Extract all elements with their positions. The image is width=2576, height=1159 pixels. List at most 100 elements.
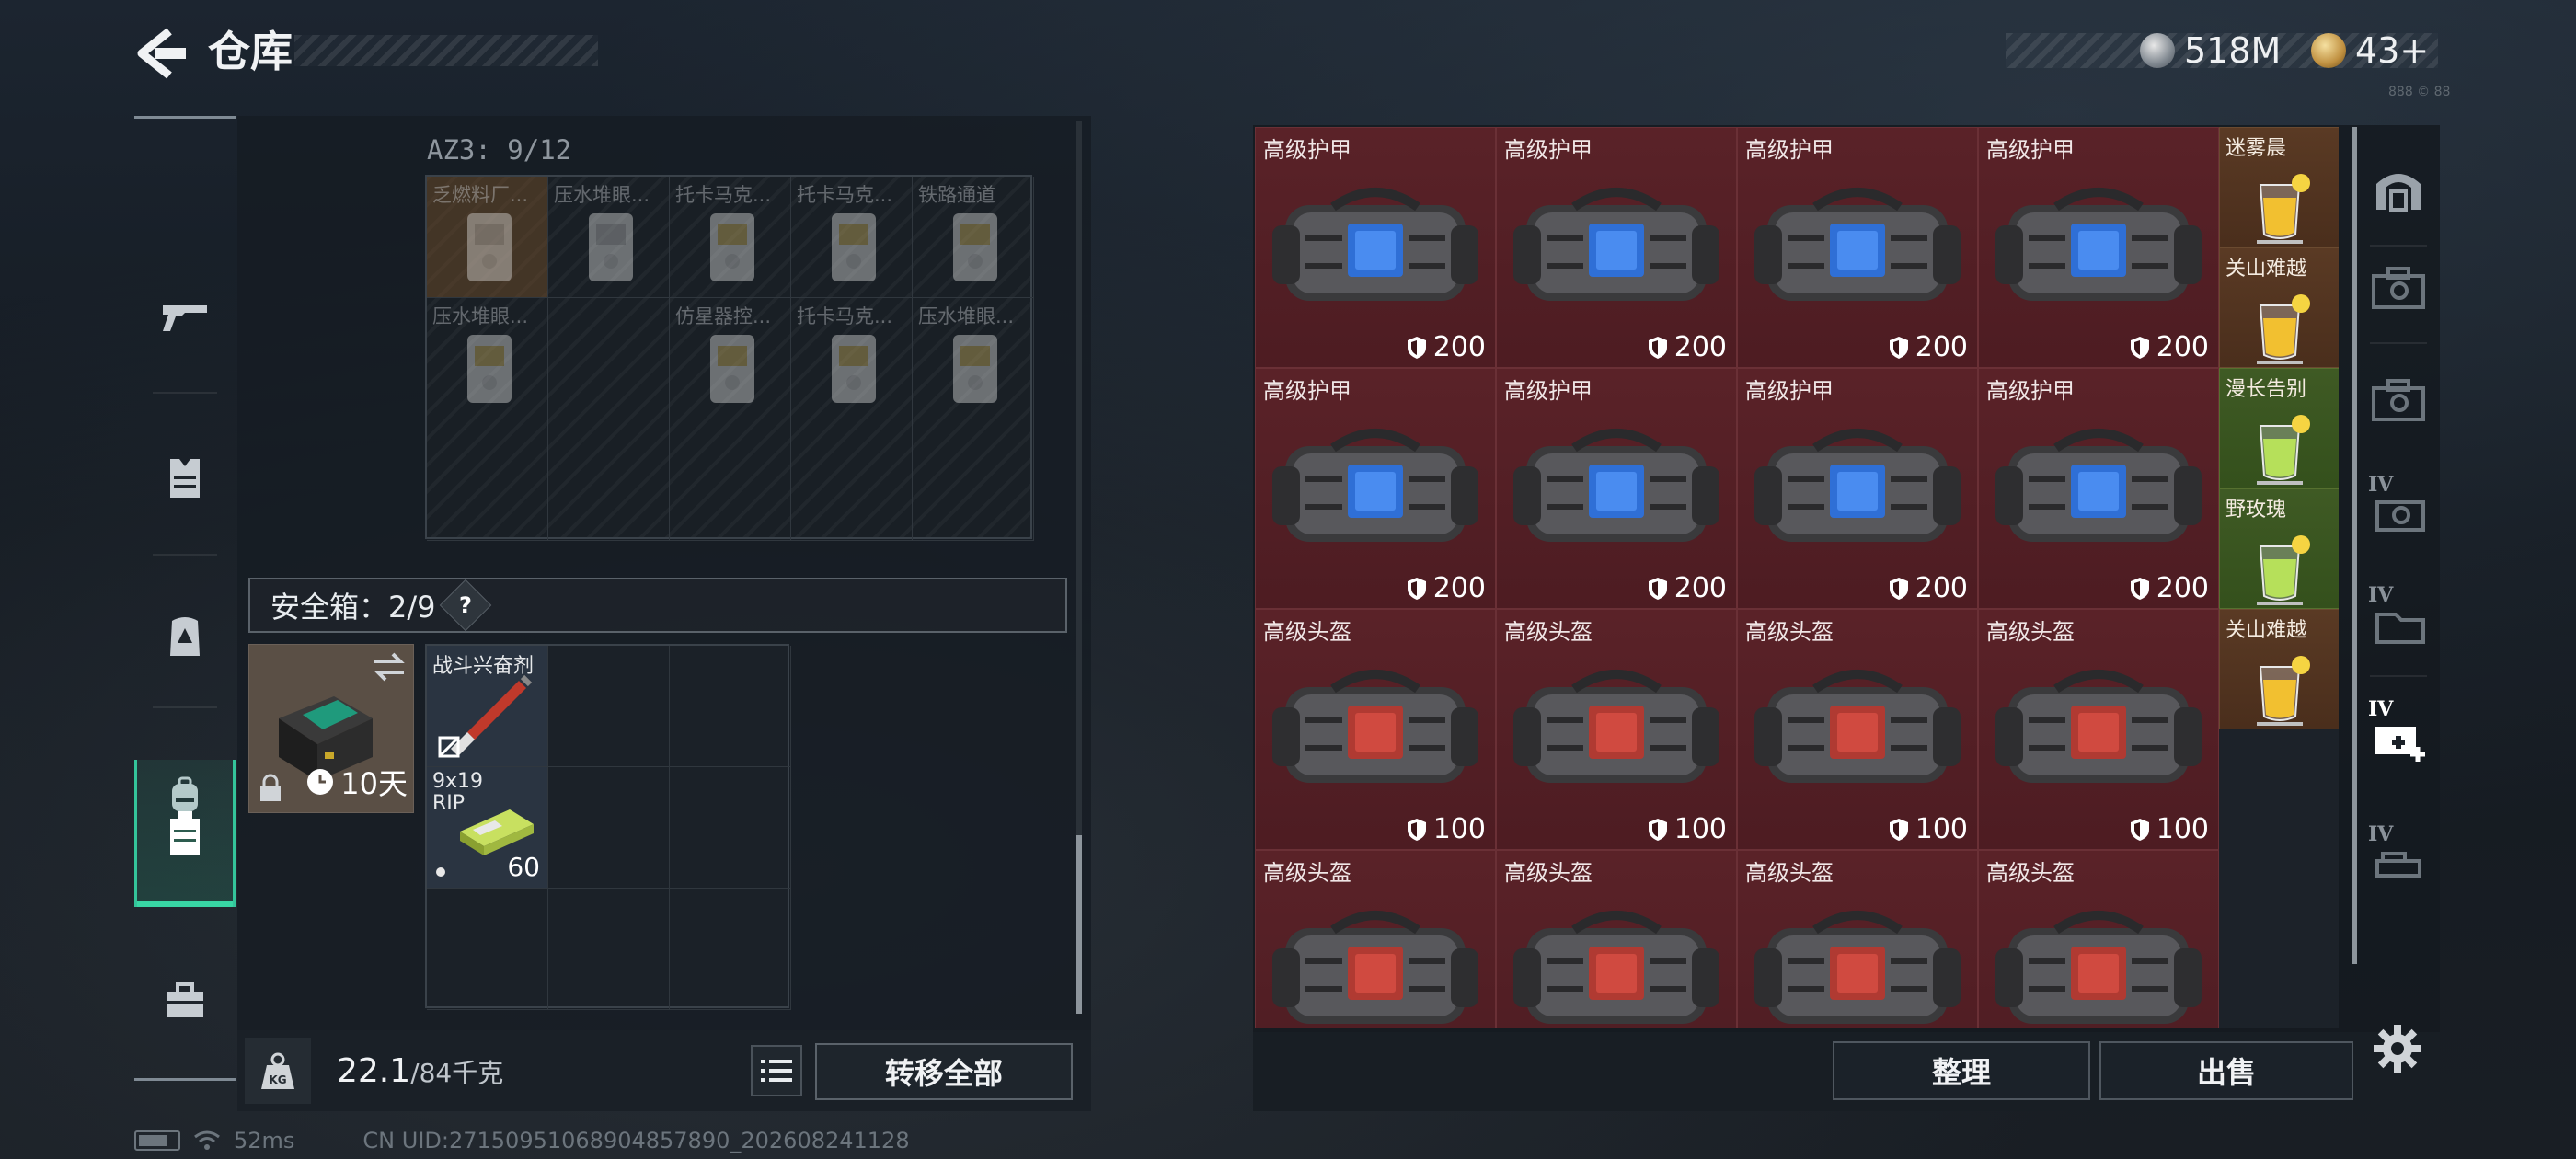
grid-cell[interactable]: 托卡马克...: [670, 177, 791, 298]
grid-cell[interactable]: 压水堆眼...: [913, 298, 1034, 419]
helmet-bag-item[interactable]: 高级头盔 100: [1496, 609, 1737, 850]
grid-cell-empty[interactable]: [670, 889, 791, 1010]
keycard-icon: [710, 335, 754, 403]
cocktail-item[interactable]: 迷雾晨: [2219, 127, 2339, 247]
warehouse-main-tab[interactable]: [2357, 132, 2440, 243]
grid-cell[interactable]: 仿星器控...: [670, 298, 791, 419]
expansion-tab-2[interactable]: [2357, 346, 2440, 456]
helmet-bag-item[interactable]: 高级头盔 100: [1737, 609, 1978, 850]
sell-button[interactable]: 出售: [2099, 1041, 2353, 1100]
item-name: 迷雾晨: [2225, 137, 2287, 160]
armor-bag-item[interactable]: 高级护甲 200: [1496, 368, 1737, 609]
armor-bag-item[interactable]: 高级护甲 200: [1255, 127, 1496, 368]
version-text: 888 © 88: [2388, 85, 2451, 99]
helmet-bag-item[interactable]: 高级头盔: [1496, 850, 1737, 1028]
grid-cell-empty[interactable]: [548, 419, 670, 541]
sidebar-separator: [2370, 342, 2427, 344]
silver-currency[interactable]: 518M: [2140, 28, 2281, 74]
weight-icon: KG: [261, 1052, 294, 1089]
grid-cell-empty[interactable]: [427, 419, 548, 541]
expansion-tab-3[interactable]: IV: [2357, 456, 2440, 567]
grid-cell-empty[interactable]: [548, 889, 670, 1010]
sidebar-item-case[interactable]: [134, 929, 236, 1073]
armor-bag-icon: [1995, 429, 2202, 542]
item-name: 托卡马克...: [675, 184, 772, 206]
grid-cell[interactable]: 托卡马克...: [791, 298, 913, 419]
durability-value: 200: [2156, 572, 2209, 604]
safebox-icon: [170, 811, 200, 855]
helmet-bag-item[interactable]: 高级头盔: [1255, 850, 1496, 1028]
category-sidebar: [134, 116, 236, 1084]
weight-icon-box: KG: [245, 1038, 311, 1104]
grid-cell-empty[interactable]: [548, 646, 670, 767]
armor-bag-item[interactable]: 高级护甲 200: [1978, 368, 2219, 609]
grid-cell-empty[interactable]: [427, 889, 548, 1010]
grid-cell-empty[interactable]: [913, 419, 1034, 541]
grid-cell-empty[interactable]: [670, 646, 791, 767]
helmet-bag-icon: [1995, 911, 2202, 1024]
safebox-grid[interactable]: 战斗兴奋剂 9x19 RIP 60: [425, 644, 791, 1010]
sidebar-item-safebox[interactable]: [134, 760, 236, 907]
helmet-bag-item[interactable]: 高级头盔: [1737, 850, 1978, 1028]
grid-cell-empty[interactable]: [548, 767, 670, 889]
keycard-icon: [953, 213, 997, 281]
armor-bag-item[interactable]: 高级护甲 200: [1496, 127, 1737, 368]
ammo-item[interactable]: 9x19 RIP 60: [427, 767, 548, 889]
item-name: 高级头盔: [1263, 860, 1351, 886]
durability-value: 200: [1915, 572, 1968, 604]
armor-bag-item[interactable]: 高级护甲 200: [1737, 368, 1978, 609]
helmet-bag-item[interactable]: 高级头盔 100: [1255, 609, 1496, 850]
armor-bag-icon: [1272, 429, 1478, 542]
grid-cell[interactable]: 压水堆眼...: [427, 298, 548, 419]
grid-cell[interactable]: 压水堆眼...: [548, 177, 670, 298]
shield-icon: [2130, 577, 2149, 600]
armor-bag-item[interactable]: 高级护甲 200: [1255, 368, 1496, 609]
helmet-bag-icon: [1513, 911, 1719, 1024]
durability-readout: 100: [2129, 813, 2209, 845]
item-name: 高级头盔: [1986, 860, 2075, 886]
container-grid[interactable]: 乏燃料厂... 压水堆眼... 托卡马克... 托卡马克... 铁路通道 压水堆…: [425, 175, 1034, 541]
armor-bag-item[interactable]: 高级护甲 200: [1978, 127, 2219, 368]
cocktail-item[interactable]: 关山难越: [2219, 247, 2339, 368]
stimulant-item[interactable]: 战斗兴奋剂: [427, 646, 548, 767]
sidebar-item-chest-rig[interactable]: [134, 565, 236, 708]
settings-button[interactable]: [2372, 1023, 2423, 1074]
help-button[interactable]: ?: [439, 579, 491, 632]
helmet-bag-item[interactable]: 高级头盔: [1978, 850, 2219, 1028]
inventory-scrollbar-thumb[interactable]: [1076, 835, 1082, 1014]
back-button[interactable]: [129, 26, 193, 81]
grid-cell-empty[interactable]: [670, 419, 791, 541]
item-name: 高级护甲: [1745, 137, 1834, 163]
item-name: 野玫瑰: [2225, 499, 2287, 522]
expansion-tab-5[interactable]: IV: [2357, 806, 2440, 916]
grid-cell[interactable]: 铁路通道: [913, 177, 1034, 298]
list-view-button[interactable]: [751, 1045, 802, 1096]
safebox-case[interactable]: 10天: [248, 644, 414, 813]
transfer-all-button[interactable]: 转移全部: [815, 1043, 1073, 1100]
helmet-bag-item[interactable]: 高级头盔 100: [1978, 609, 2219, 850]
sidebar-item-armor[interactable]: [134, 407, 236, 550]
grid-cell[interactable]: 托卡马克...: [791, 177, 913, 298]
grid-cell-empty[interactable]: [670, 767, 791, 889]
gear-icon: [2374, 1025, 2421, 1073]
weight-readout: 22.1/84千克: [337, 1052, 503, 1090]
cocktail-item[interactable]: 野玫瑰: [2219, 488, 2339, 609]
gold-currency[interactable]: 43+: [2311, 28, 2429, 74]
sidebar-item-weapons[interactable]: [134, 245, 236, 388]
grid-cell-empty[interactable]: [548, 298, 670, 419]
grid-cell-empty[interactable]: [791, 419, 913, 541]
cocktail-item[interactable]: 漫长告别: [2219, 368, 2339, 488]
safebox-header: 安全箱：2/9 ?: [248, 578, 1067, 633]
expansion-tab-1[interactable]: [2357, 234, 2440, 344]
sort-button[interactable]: 整理: [1833, 1041, 2090, 1100]
add-expansion-tab[interactable]: IV: [2357, 681, 2440, 791]
cocktail-item[interactable]: 关山难越: [2219, 609, 2339, 729]
grid-cell[interactable]: 乏燃料厂...: [427, 177, 548, 298]
shield-icon: [1889, 577, 1908, 600]
sidebar-bottom-line: [134, 1078, 236, 1081]
expansion-tab-4[interactable]: IV: [2357, 567, 2440, 677]
armor-bag-item[interactable]: 高级护甲 200: [1737, 127, 1978, 368]
swap-icon[interactable]: [371, 650, 408, 683]
shield-icon: [2130, 818, 2149, 841]
container-capacity-label: AZ3: 9/12: [427, 134, 572, 166]
